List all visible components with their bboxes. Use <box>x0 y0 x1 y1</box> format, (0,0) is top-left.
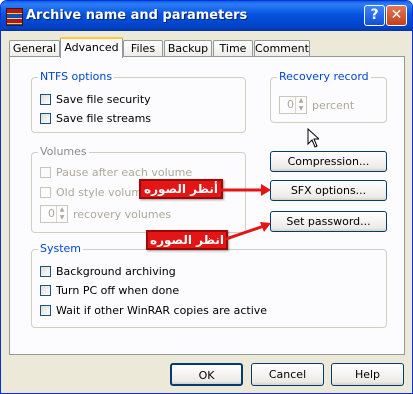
pause-after-volume-label: Pause after each volume <box>56 166 193 179</box>
sfx-options-button[interactable]: SFX options... <box>270 180 387 201</box>
compression-button[interactable]: Compression... <box>270 151 387 172</box>
wait-other-copies-checkbox[interactable] <box>40 305 51 316</box>
pause-after-volume-option[interactable]: Pause after each volume <box>40 166 192 179</box>
recovery-record-legend: Recovery record <box>277 70 371 83</box>
volumes-legend: Volumes <box>38 145 89 158</box>
save-file-security-option[interactable]: Save file security <box>40 93 151 106</box>
tab-general[interactable]: General <box>9 40 60 57</box>
annotation-label-password: انظر الصوره <box>146 230 228 250</box>
background-archiving-checkbox[interactable] <box>40 266 51 277</box>
tab-advanced[interactable]: Advanced <box>60 37 123 58</box>
dialog-window: Archive name and parameters ? ✕ General … <box>0 0 413 394</box>
wait-other-copies-label: Wait if other WinRAR copies are active <box>56 304 268 317</box>
recovery-record-unit: percent <box>312 99 355 112</box>
spinner-arrows-icon[interactable]: ▲ ▼ <box>56 206 67 222</box>
turn-pc-off-option[interactable]: Turn PC off when done <box>40 284 179 297</box>
save-file-streams-option[interactable]: Save file streams <box>40 112 151 125</box>
save-file-streams-label: Save file streams <box>56 112 152 125</box>
recovery-record-value: 0 <box>287 98 294 111</box>
annotation-arrow-icon <box>226 222 271 241</box>
save-file-security-label: Save file security <box>56 93 151 106</box>
save-file-security-checkbox[interactable] <box>40 94 51 105</box>
recovery-volumes-value: 0 <box>48 207 55 220</box>
mouse-cursor-icon <box>307 128 319 148</box>
old-style-names-checkbox[interactable] <box>40 187 51 198</box>
recovery-volumes-label: recovery volumes <box>73 208 172 221</box>
spinner-arrows-icon[interactable]: ▲ ▼ <box>295 97 306 113</box>
close-icon[interactable]: ✕ <box>386 5 407 26</box>
winrar-app-icon <box>6 8 23 26</box>
recovery-record-spinner[interactable]: 0 ▲ ▼ <box>279 96 307 114</box>
annotation-arrow-icon <box>221 184 271 196</box>
turn-pc-off-checkbox[interactable] <box>40 285 51 296</box>
tab-backup[interactable]: Backup <box>164 40 212 57</box>
title-bar[interactable]: Archive name and parameters ? ✕ <box>1 1 412 31</box>
system-legend: System <box>38 242 84 255</box>
wait-other-copies-option[interactable]: Wait if other WinRAR copies are active <box>40 304 267 317</box>
cancel-button[interactable]: Cancel <box>251 363 324 386</box>
ok-button[interactable]: OK <box>170 363 243 386</box>
annotation-label-sfx: أنظر الصوره <box>139 179 223 199</box>
window-title: Archive name and parameters <box>26 8 248 23</box>
tab-files[interactable]: Files <box>123 40 163 57</box>
pause-after-volume-checkbox[interactable] <box>40 167 51 178</box>
set-password-button[interactable]: Set password... <box>270 211 387 232</box>
recovery-volumes-spinner[interactable]: 0 ▲ ▼ <box>40 205 68 223</box>
save-file-streams-checkbox[interactable] <box>40 113 51 124</box>
background-archiving-option[interactable]: Background archiving <box>40 265 176 278</box>
help-title-button[interactable]: ? <box>364 5 385 26</box>
advanced-panel: NTFS options Save file security Save fil… <box>9 56 405 355</box>
help-button[interactable]: Help <box>331 363 404 386</box>
tab-comment[interactable]: Comment <box>254 40 310 57</box>
tab-time[interactable]: Time <box>213 40 253 57</box>
background-archiving-label: Background archiving <box>56 265 176 278</box>
turn-pc-off-label: Turn PC off when done <box>56 284 180 297</box>
ntfs-options-legend: NTFS options <box>38 70 115 83</box>
